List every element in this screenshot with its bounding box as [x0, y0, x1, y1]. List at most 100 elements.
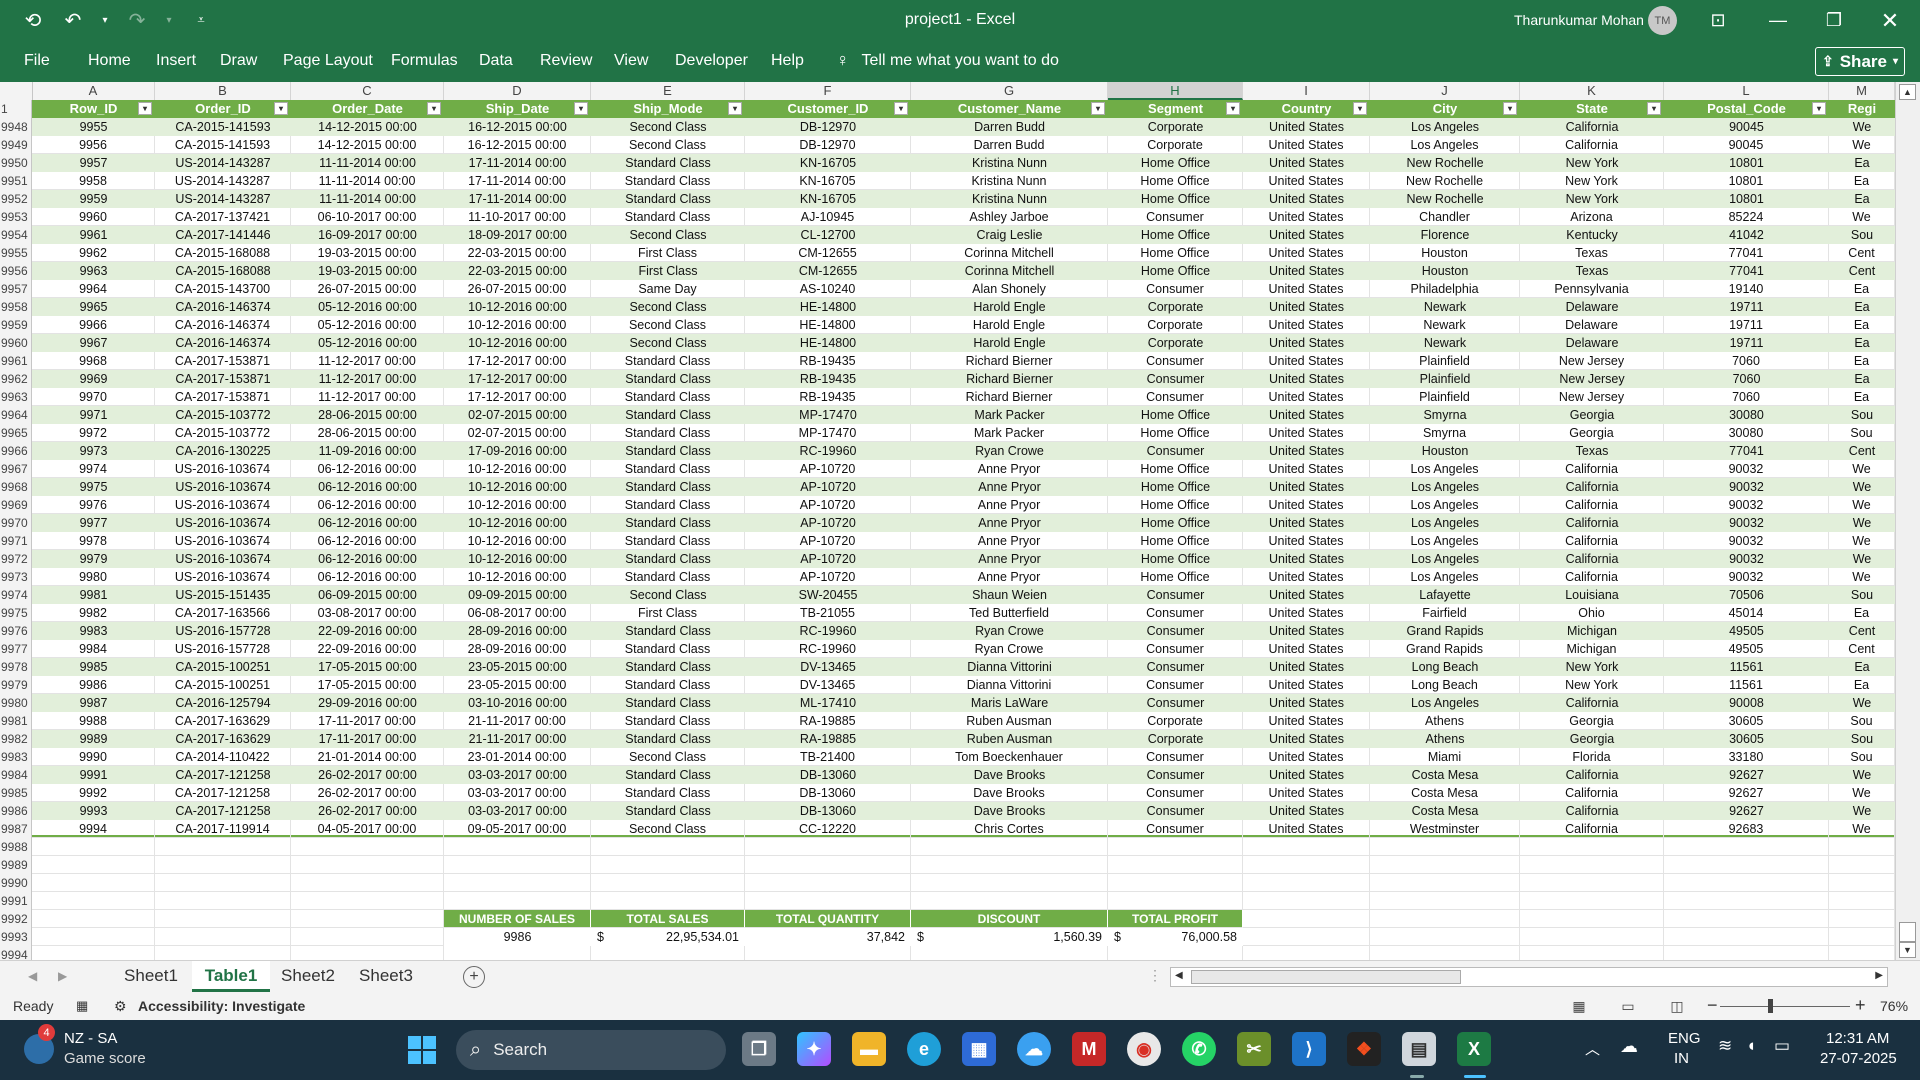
row-number[interactable]: 9975 — [0, 604, 32, 622]
table-cell[interactable]: US-2016-103674 — [155, 496, 291, 514]
table-cell[interactable]: 92683 — [1664, 820, 1829, 838]
table-cell[interactable]: Standard Class — [591, 730, 745, 748]
vertical-scrollbar[interactable]: ▲ ▼ — [1895, 82, 1920, 960]
table-cell[interactable]: 03-03-2017 00:00 — [444, 802, 591, 820]
table-cell[interactable]: HE-14800 — [745, 298, 911, 316]
empty-cell[interactable] — [1520, 892, 1664, 910]
row-number[interactable]: 9972 — [0, 550, 32, 568]
table-cell[interactable]: 11-11-2014 00:00 — [291, 154, 444, 172]
table-cell[interactable]: 10-12-2016 00:00 — [444, 334, 591, 352]
table-cell[interactable]: 11-11-2014 00:00 — [291, 190, 444, 208]
table-cell[interactable]: 06-08-2017 00:00 — [444, 604, 591, 622]
table-cell[interactable]: California — [1520, 136, 1664, 154]
empty-cell[interactable] — [1829, 892, 1895, 910]
sheet-tab-sheet2[interactable]: Sheet2 — [272, 961, 344, 992]
table-cell[interactable]: 33180 — [1664, 748, 1829, 766]
row-number[interactable]: 9948 — [0, 118, 32, 136]
table-cell[interactable]: US-2014-143287 — [155, 172, 291, 190]
table-cell[interactable]: 9985 — [32, 658, 155, 676]
empty-cell[interactable] — [1243, 928, 1370, 946]
row-number[interactable]: 9983 — [0, 748, 32, 766]
table-cell[interactable]: Standard Class — [591, 640, 745, 658]
table-cell[interactable]: Smyrna — [1370, 424, 1520, 442]
table-cell[interactable]: Ruben Ausman — [911, 712, 1108, 730]
row-number[interactable]: 9949 — [0, 136, 32, 154]
table-cell[interactable]: Newark — [1370, 298, 1520, 316]
table-cell[interactable]: Craig Leslie — [911, 226, 1108, 244]
table-cell[interactable]: Dianna Vittorini — [911, 676, 1108, 694]
column-title-city[interactable]: City ▾ — [1370, 100, 1520, 118]
language-line2[interactable]: IN — [1674, 1050, 1689, 1067]
table-cell[interactable]: 19711 — [1664, 316, 1829, 334]
empty-cell[interactable] — [155, 892, 291, 910]
table-cell[interactable]: 03-03-2017 00:00 — [444, 784, 591, 802]
column-header-i[interactable]: I — [1243, 82, 1370, 100]
table-cell[interactable]: 10-12-2016 00:00 — [444, 316, 591, 334]
table-cell[interactable]: Harold Engle — [911, 298, 1108, 316]
table-cell[interactable]: Delaware — [1520, 298, 1664, 316]
row-number[interactable]: 9957 — [0, 280, 32, 298]
language-line1[interactable]: ENG — [1668, 1030, 1701, 1047]
table-cell[interactable]: Corporate — [1108, 334, 1243, 352]
table-cell[interactable]: 19-03-2015 00:00 — [291, 244, 444, 262]
row-number[interactable]: 9963 — [0, 388, 32, 406]
column-title-segment[interactable]: Segment ▾ — [1108, 100, 1243, 118]
table-cell[interactable]: 26-02-2017 00:00 — [291, 802, 444, 820]
table-cell[interactable]: 11-12-2017 00:00 — [291, 370, 444, 388]
empty-cell[interactable] — [32, 874, 155, 892]
table-cell[interactable]: 90032 — [1664, 568, 1829, 586]
table-cell[interactable]: California — [1520, 550, 1664, 568]
table-cell[interactable]: 11-10-2017 00:00 — [444, 208, 591, 226]
filter-dropdown-icon[interactable]: ▾ — [894, 102, 908, 115]
table-cell[interactable]: 9957 — [32, 154, 155, 172]
sheet-tab-sheet1[interactable]: Sheet1 — [112, 961, 190, 992]
table-cell[interactable]: CA-2017-121258 — [155, 784, 291, 802]
empty-cell[interactable] — [291, 838, 444, 856]
table-cell[interactable]: Los Angeles — [1370, 496, 1520, 514]
table-cell[interactable]: CA-2015-103772 — [155, 406, 291, 424]
empty-cell[interactable] — [1664, 856, 1829, 874]
table-cell[interactable]: 90032 — [1664, 460, 1829, 478]
table-cell[interactable]: 9991 — [32, 766, 155, 784]
table-cell[interactable]: Second Class — [591, 316, 745, 334]
table-cell[interactable]: CA-2014-110422 — [155, 748, 291, 766]
table-cell[interactable]: 11561 — [1664, 676, 1829, 694]
table-cell[interactable]: Ryan Crowe — [911, 622, 1108, 640]
table-cell[interactable]: Los Angeles — [1370, 568, 1520, 586]
table-cell[interactable]: California — [1520, 514, 1664, 532]
table-cell[interactable]: Pennsylvania — [1520, 280, 1664, 298]
table-cell[interactable]: CM-12655 — [745, 262, 911, 280]
table-cell[interactable]: 26-07-2015 00:00 — [291, 280, 444, 298]
table-cell[interactable]: Standard Class — [591, 550, 745, 568]
table-cell[interactable]: 22-03-2015 00:00 — [444, 262, 591, 280]
table-cell[interactable]: Georgia — [1520, 424, 1664, 442]
empty-cell[interactable] — [911, 892, 1108, 910]
user-name[interactable]: Tharunkumar Mohan — [1514, 12, 1644, 28]
table-cell[interactable]: 77041 — [1664, 262, 1829, 280]
table-cell[interactable]: 26-07-2015 00:00 — [444, 280, 591, 298]
row-number[interactable]: 9970 — [0, 514, 32, 532]
table-cell[interactable]: 28-09-2016 00:00 — [444, 640, 591, 658]
table-cell[interactable]: California — [1520, 478, 1664, 496]
table-cell[interactable]: We — [1829, 532, 1895, 550]
table-cell[interactable]: Home Office — [1108, 478, 1243, 496]
empty-cell[interactable] — [1520, 838, 1664, 856]
row-number[interactable]: 9965 — [0, 424, 32, 442]
table-cell[interactable]: Home Office — [1108, 172, 1243, 190]
row-number[interactable]: 9956 — [0, 262, 32, 280]
empty-cell[interactable] — [1243, 892, 1370, 910]
table-cell[interactable]: Standard Class — [591, 622, 745, 640]
table-cell[interactable]: 92627 — [1664, 802, 1829, 820]
row-number[interactable]: 9984 — [0, 766, 32, 784]
table-cell[interactable]: 9959 — [32, 190, 155, 208]
tab-page-layout[interactable]: Page Layout — [283, 52, 373, 70]
table-cell[interactable]: Michigan — [1520, 640, 1664, 658]
volume-icon[interactable]: ◖ — [1746, 1036, 1756, 1056]
zoom-level[interactable]: 76% — [1880, 998, 1908, 1014]
table-cell[interactable]: 7060 — [1664, 388, 1829, 406]
table-cell[interactable]: Standard Class — [591, 478, 745, 496]
table-cell[interactable]: Louisiana — [1520, 586, 1664, 604]
customize-toolbar-icon[interactable]: ⩡ — [188, 8, 214, 32]
table-cell[interactable]: United States — [1243, 622, 1370, 640]
table-cell[interactable]: Plainfield — [1370, 352, 1520, 370]
